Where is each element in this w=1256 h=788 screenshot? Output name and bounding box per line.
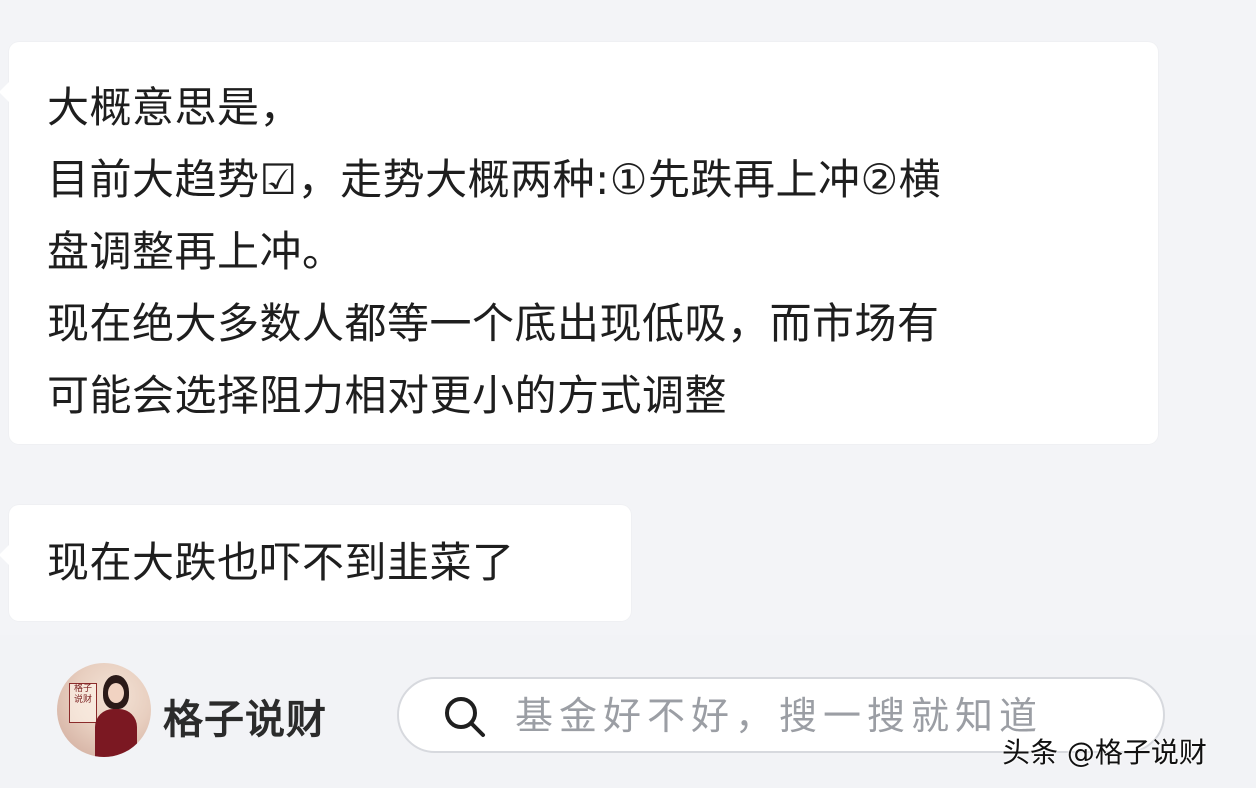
avatar-seal: 格子说财 <box>69 683 97 723</box>
message-line: 现在绝大多数人都等一个底出现低吸，而市场有 <box>47 299 940 348</box>
message-line: 大概意思是， <box>47 83 303 132</box>
message-bubble[interactable]: 大概意思是， 目前大趋势☑，走势大概两种:①先跌再上冲②横 盘调整再上冲。 现在… <box>0 42 1158 444</box>
avatar[interactable]: 格子说财 <box>57 663 151 757</box>
search-icon <box>445 697 485 737</box>
brand-name[interactable]: 格子说财 <box>163 687 327 745</box>
chat-area: 大概意思是， 目前大趋势☑，走势大概两种:①先跌再上冲②横 盘调整再上冲。 现在… <box>0 0 1256 635</box>
message-line: 盘调整再上冲。 <box>47 227 345 276</box>
message-line: 可能会选择阻力相对更小的方式调整 <box>47 371 728 420</box>
watermark: 头条 @格子说财 <box>1002 736 1207 769</box>
message-line: 现在大跌也吓不到韭菜了 <box>47 538 515 587</box>
message-text: 现在大跌也吓不到韭菜了 <box>47 527 611 599</box>
footer-bar: 格子说财 格子说财 基金好不好，搜一搜就知道 头条 @格子说财 <box>0 635 1256 788</box>
avatar-figure <box>95 675 137 757</box>
search-placeholder: 基金好不好，搜一搜就知道 <box>515 694 1044 738</box>
message-text: 大概意思是， 目前大趋势☑，走势大概两种:①先跌再上冲②横 盘调整再上冲。 现在… <box>47 72 1138 432</box>
message-line: 目前大趋势☑，走势大概两种:①先跌再上冲②横 <box>47 155 942 204</box>
message-bubble[interactable]: 现在大跌也吓不到韭菜了 <box>0 505 631 621</box>
